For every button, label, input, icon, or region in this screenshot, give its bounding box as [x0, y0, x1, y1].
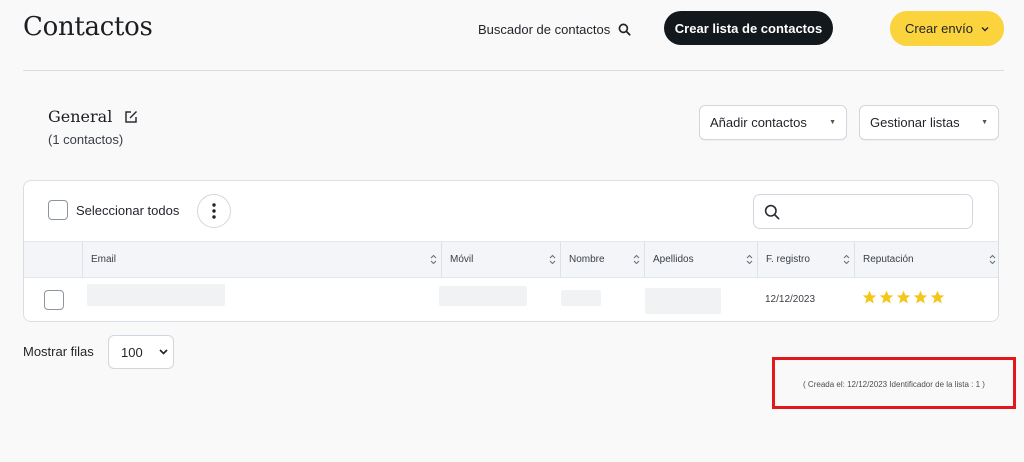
redacted-surname [645, 288, 721, 314]
table-search [753, 194, 973, 229]
star-icon [879, 290, 894, 304]
star-icon [913, 290, 928, 304]
column-header-select [24, 242, 82, 277]
reputation-stars [862, 290, 945, 305]
manage-lists-dropdown[interactable]: Gestionar listas ▼ [859, 105, 999, 140]
column-header-email[interactable]: Email [82, 242, 441, 277]
add-contacts-label: Añadir contactos [710, 115, 807, 130]
rows-per-page-label: Mostrar filas [23, 344, 94, 359]
column-header-mobile[interactable]: Móvil [441, 242, 560, 277]
contacts-search-link[interactable]: Buscador de contactos [478, 20, 631, 38]
column-header-label: Apellidos [653, 254, 694, 265]
contacts-page: Contactos Buscador de contactos Crear li… [0, 0, 1024, 462]
caret-down-icon: ▼ [829, 119, 836, 126]
column-header-name[interactable]: Nombre [560, 242, 644, 277]
column-header-label: Nombre [569, 254, 605, 265]
create-send-label: Crear envío [905, 21, 973, 36]
row-checkbox[interactable] [44, 290, 64, 310]
rows-per-page-select[interactable]: 100 [108, 335, 174, 369]
column-header-label: F. registro [766, 254, 810, 265]
edit-icon[interactable] [124, 110, 138, 124]
column-header-reputation[interactable]: Reputación [854, 242, 998, 277]
rows-per-page-value: 100 [121, 344, 143, 360]
table-search-input[interactable] [788, 199, 966, 224]
sort-icon [746, 254, 753, 265]
column-header-registration-date[interactable]: F. registro [757, 242, 854, 277]
column-header-surname[interactable]: Apellidos [644, 242, 757, 277]
list-info-highlight: ( Creada el: 12/12/2023 Identificador de… [772, 357, 1016, 409]
chevron-down-icon [981, 26, 989, 31]
caret-down-icon: ▼ [981, 119, 988, 126]
contact-count: (1 contactos) [48, 132, 124, 147]
column-header-label: Móvil [450, 254, 474, 265]
select-all[interactable]: Seleccionar todos [48, 200, 179, 220]
table-row[interactable]: 12/12/2023 [24, 278, 998, 321]
more-actions-button[interactable] [197, 194, 231, 228]
chevron-down-icon [159, 349, 168, 355]
add-contacts-dropdown[interactable]: Añadir contactos ▼ [699, 105, 847, 140]
contacts-table-card: Seleccionar todos Email Móvil Nombre Ape… [23, 180, 999, 322]
more-vertical-icon [212, 203, 216, 219]
list-info-text: ( Creada el: 12/12/2023 Identificador de… [803, 380, 985, 389]
star-icon [896, 290, 911, 304]
contacts-search-label: Buscador de contactos [478, 21, 611, 37]
sort-icon [843, 254, 850, 265]
search-icon [618, 23, 631, 36]
star-icon [862, 290, 877, 304]
search-icon [764, 204, 780, 220]
registration-date: 12/12/2023 [765, 294, 816, 305]
sort-icon [989, 254, 996, 265]
sort-icon [430, 254, 437, 265]
table-header: Email Móvil Nombre Apellidos F. registro… [24, 241, 998, 278]
page-title: Contactos [23, 12, 153, 42]
column-header-label: Email [91, 254, 117, 265]
redacted-email [87, 284, 225, 306]
header-divider [23, 70, 1004, 71]
star-icon [930, 290, 945, 304]
create-contact-list-button[interactable]: Crear lista de contactos [664, 11, 833, 45]
manage-lists-label: Gestionar listas [870, 115, 960, 130]
sort-icon [549, 254, 556, 265]
sort-icon [633, 254, 640, 265]
redacted-name [561, 290, 601, 306]
redacted-mobile [439, 286, 527, 306]
create-send-button[interactable]: Crear envío [890, 11, 1004, 46]
select-all-checkbox[interactable] [48, 200, 68, 220]
select-all-label: Seleccionar todos [76, 202, 180, 218]
column-header-label: Reputación [863, 254, 914, 265]
list-name: General [48, 107, 113, 126]
